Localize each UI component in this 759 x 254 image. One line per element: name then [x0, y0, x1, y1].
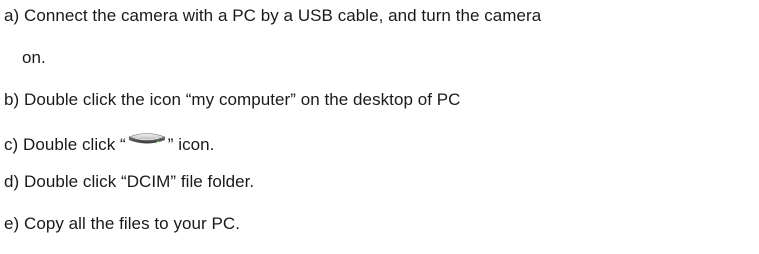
step-c-suffix: ” icon.: [167, 135, 215, 154]
step-c: c) Double click “ ” icon.: [4, 131, 214, 155]
step-e: e) Copy all the files to your PC.: [4, 214, 240, 233]
removable-drive-icon: [127, 131, 167, 147]
step-b: b) Double click the icon “my computer” o…: [4, 90, 461, 109]
step-a-continuation: on.: [22, 48, 46, 67]
step-c-prefix: c) Double click “: [4, 135, 126, 154]
step-d: d) Double click “DCIM” file folder.: [4, 172, 255, 191]
instruction-steps: a) Connect the camera with a PC by a USB…: [0, 0, 759, 254]
step-a: a) Connect the camera with a PC by a USB…: [4, 6, 542, 25]
